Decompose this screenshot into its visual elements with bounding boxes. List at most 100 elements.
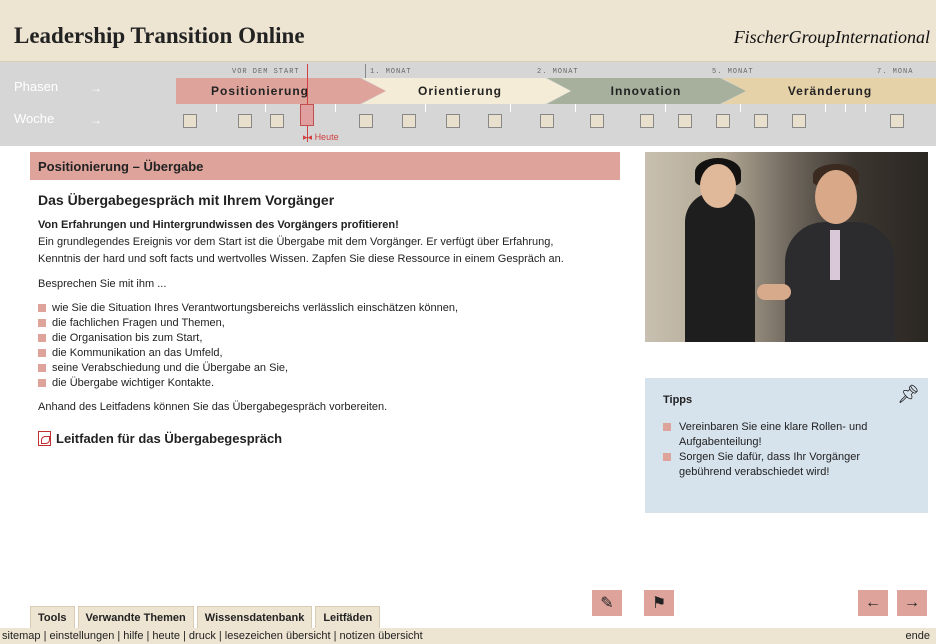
week-box[interactable] (540, 114, 554, 128)
week-box[interactable] (488, 114, 502, 128)
app-header: Leadership Transition Online FischerGrou… (0, 0, 936, 62)
photo-handshake (757, 284, 791, 300)
bullet-icon (38, 364, 46, 372)
tip-item: Vereinbaren Sie eine klare Rollen- und A… (663, 420, 910, 450)
phase-positionierung[interactable]: Positionierung (190, 78, 330, 104)
bullet-icon (38, 319, 46, 327)
bullet-icon (38, 304, 46, 312)
list-item: seine Verabschiedung und die Übergabe an… (38, 361, 568, 376)
week-tick (575, 104, 576, 112)
week-tick (335, 104, 336, 112)
week-tick (865, 104, 866, 112)
today-line (307, 64, 308, 142)
week-box[interactable] (270, 114, 284, 128)
week-box[interactable] (183, 114, 197, 128)
tip-item: Sorgen Sie dafür, dass Ihr Vorgänger geb… (663, 450, 910, 480)
list-item: die Kommunikation an das Umfeld, (38, 346, 568, 361)
bullet-icon (38, 334, 46, 342)
end-link[interactable]: ende (906, 628, 930, 644)
week-box[interactable] (890, 114, 904, 128)
tip-text: Sorgen Sie dafür, dass Ihr Vorgänger geb… (679, 451, 861, 478)
week-tick (425, 104, 426, 112)
week-tick (665, 104, 666, 112)
week-box[interactable] (359, 114, 373, 128)
pdf-icon (38, 431, 51, 446)
bottom-tabs: Tools Verwandte Themen Wissensdatenbank … (30, 606, 381, 628)
arrow-right-icon: → (904, 594, 920, 611)
handshake-photo (645, 152, 928, 342)
week-box[interactable] (238, 114, 252, 128)
article-closing: Anhand des Leitfadens können Sie das Übe… (38, 401, 388, 413)
week-box[interactable] (678, 114, 692, 128)
week-box[interactable] (792, 114, 806, 128)
week-box[interactable] (716, 114, 730, 128)
bullet-icon (663, 423, 671, 431)
today-icon: ▸◂ (303, 132, 313, 142)
tab-tools[interactable]: Tools (30, 606, 75, 628)
week-tick (510, 104, 511, 112)
brand-logo: FischerGroupInternational (733, 27, 930, 47)
tab-related-topics[interactable]: Verwandte Themen (77, 606, 194, 628)
bookmark-icon: ⚑ (651, 595, 667, 612)
week-box[interactable] (402, 114, 416, 128)
week-tick (740, 104, 741, 112)
article-intro: Ein grundlegendes Ereignis vor dem Start… (38, 236, 564, 265)
list-item-text: die Organisation bis zum Start, (52, 332, 203, 344)
arrow-left-icon: ← (865, 594, 881, 611)
bullet-icon (663, 453, 671, 461)
article: Das Übergabegespräch mit Ihrem Vorgänger… (38, 192, 568, 447)
notes-button[interactable]: ✎ (592, 590, 622, 616)
phase-veraenderung[interactable]: Veränderung (760, 78, 900, 104)
week-box[interactable] (640, 114, 654, 128)
bullet-icon (38, 379, 46, 387)
photo-woman (685, 192, 755, 342)
week-tick (845, 104, 846, 112)
week-tick (825, 104, 826, 112)
app-title: Leadership Transition Online (14, 23, 305, 48)
phase-orientierung[interactable]: Orientierung (390, 78, 530, 104)
week-box[interactable] (446, 114, 460, 128)
today-marker[interactable] (300, 104, 314, 126)
forward-button[interactable]: → (897, 590, 927, 616)
list-item: die fachlichen Fragen und Themen, (38, 316, 568, 331)
phase-arrows (176, 78, 936, 104)
footer-links[interactable]: sitemap | einstellungen | hilfe | heute … (2, 630, 423, 642)
list-item-text: die fachlichen Fragen und Themen, (52, 317, 225, 329)
tips-box: 📌︎ Tipps Vereinbaren Sie eine klare Roll… (645, 378, 928, 513)
tab-knowledge-base[interactable]: Wissensdatenbank (196, 606, 313, 628)
list-item: die Übergabe wichtiger Kontakte. (38, 376, 568, 391)
list-item: wie Sie die Situation Ihres Verantwortun… (38, 301, 568, 316)
bullet-icon (38, 349, 46, 357)
tips-title: Tipps (663, 394, 693, 406)
main-content: Positionierung – Übergabe Das Übergabege… (0, 146, 936, 604)
week-tick (216, 104, 217, 112)
article-lead: Besprechen Sie mit ihm ... (38, 278, 167, 290)
list-item-text: die Übergabe wichtiger Kontakte. (52, 377, 215, 389)
list-item-text: seine Verabschiedung und die Übergabe an… (52, 362, 289, 374)
notes-icon: ✎ (600, 595, 614, 612)
tips-list: Vereinbaren Sie eine klare Rollen- und A… (663, 420, 910, 480)
bullet-list: wie Sie die Situation Ihres Verantwortun… (38, 301, 568, 391)
week-box[interactable] (590, 114, 604, 128)
pdf-link-label: Leitfaden für das Übergabegespräch (56, 431, 283, 446)
pdf-guide-link[interactable]: Leitfaden für das Übergabegespräch (38, 430, 568, 447)
article-heading: Das Übergabegespräch mit Ihrem Vorgänger (38, 192, 335, 208)
tip-text: Vereinbaren Sie eine klare Rollen- und A… (679, 421, 868, 448)
list-item: die Organisation bis zum Start, (38, 331, 568, 346)
section-title: Positionierung – Übergabe (30, 152, 620, 180)
phase-timeline: Phasen → Woche → VOR DEM START 1. MONAT … (0, 62, 936, 146)
list-item-text: die Kommunikation an das Umfeld, (52, 347, 223, 359)
week-tick (265, 104, 266, 112)
today-text: Heute (314, 132, 339, 142)
footer-bar: sitemap | einstellungen | hilfe | heute … (0, 628, 936, 644)
article-subheading: Von Erfahrungen und Hintergrundwissen de… (38, 219, 399, 231)
photo-man (785, 222, 895, 342)
list-item-text: wie Sie die Situation Ihres Verantwortun… (52, 302, 459, 314)
back-button[interactable]: ← (858, 590, 888, 616)
pin-icon[interactable]: 📌︎ (897, 384, 920, 405)
tab-guides[interactable]: Leitfäden (315, 606, 381, 628)
week-box[interactable] (754, 114, 768, 128)
today-label: ▸◂ Heute (303, 132, 339, 143)
phase-innovation[interactable]: Innovation (576, 78, 716, 104)
bookmark-button[interactable]: ⚑ (644, 590, 674, 616)
